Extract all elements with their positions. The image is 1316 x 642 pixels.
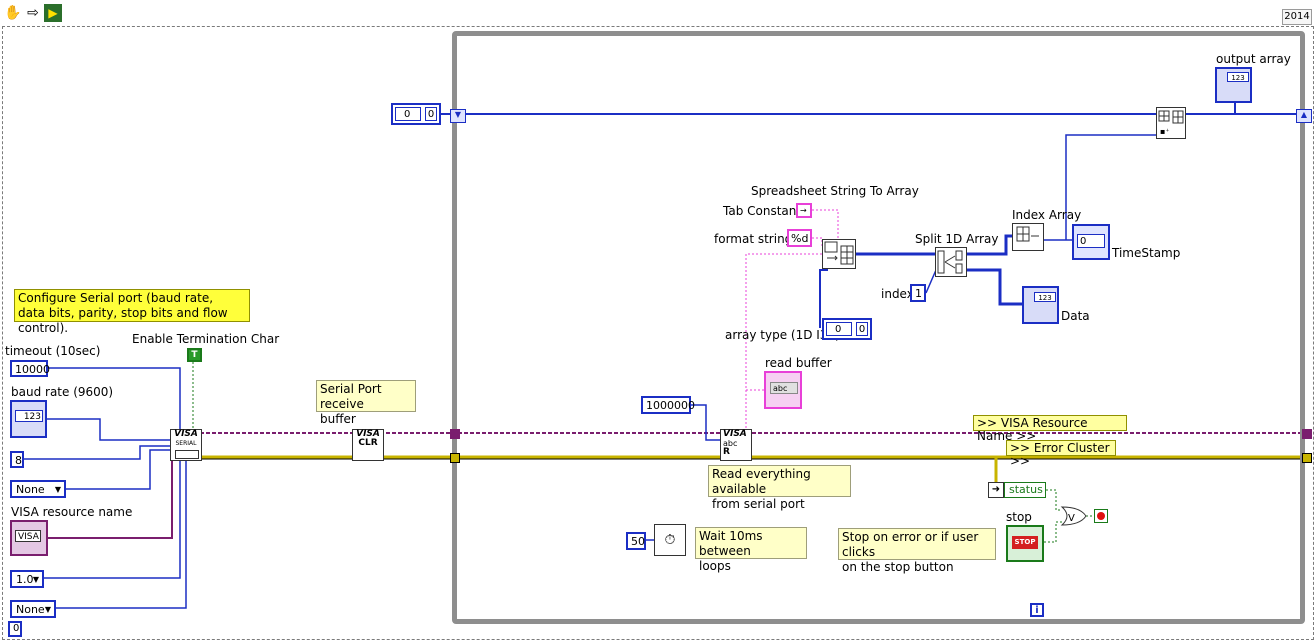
visa-tunnel-right [1302,429,1312,439]
index-array-icon [1016,226,1039,242]
wait-ms-constant[interactable]: 50 [626,532,646,550]
parity-ring[interactable]: None ▼ [10,480,66,498]
format-string-label: format string [714,232,793,246]
shift-register-left[interactable]: ▼ [450,109,466,123]
enable-term-label: Enable Termination Char [132,332,280,346]
index-array-node[interactable] [1012,223,1044,251]
timestamp-label: TimeStamp [1112,246,1181,260]
stop-button-face[interactable]: STOP [1012,536,1038,549]
svg-text:▪⁺: ▪⁺ [1160,127,1170,136]
parity-ring-value: None [16,483,45,496]
flow-control-ring[interactable]: None ▼ [10,600,56,618]
data-indicator: 123 [1022,286,1059,324]
stop-label: stop [1006,510,1032,524]
index-array-label: Index Array [1012,208,1082,222]
visa-read-title: VISA [723,429,747,439]
baud-rate-value[interactable]: 123 [15,410,43,422]
visa-tunnel-left [450,429,460,439]
configure-comment: Configure Serial port (baud rate, data b… [14,289,250,335]
data-array-element: 123 [1034,292,1056,302]
bytes-to-read-constant[interactable]: 1000000 [641,396,695,414]
split-1d-array-node[interactable] [935,247,967,277]
status-element[interactable]: status [1004,482,1046,498]
visa-clr-sub: CLR [358,438,378,448]
output-array-label: output array [1216,52,1291,66]
chevron-down-icon: ▼ [44,605,51,614]
split-array-icon [937,250,963,274]
timeout-constant[interactable]: 10000 [10,360,50,377]
unbundle-by-name-icon[interactable]: ➜ [988,482,1004,498]
array-element[interactable]: 0 [425,107,437,121]
array-type-element[interactable]: 0 [856,322,868,336]
array-index-display[interactable]: 0 [395,107,421,121]
bottom-numeric[interactable]: 0 [8,621,22,637]
tab-constant[interactable]: → [796,203,812,218]
stop-condition-icon [1097,512,1105,520]
read-buffer-text: abc [770,382,798,394]
output-array-element: 123 [1227,72,1249,82]
timestamp-indicator: 0 [1072,224,1110,260]
flow-control-value: None [16,603,45,616]
receive-buffer-comment: Serial Port receive buffer [316,380,416,426]
spreadsheet-icon [824,241,854,265]
error-tunnel-left [450,453,460,463]
timeout-label: timeout (10sec) [5,344,101,358]
visa-resource-value[interactable]: VISA [15,530,41,542]
visa-resource-wire-label: >> VISA Resource Name >> [973,415,1127,443]
visa-read-node[interactable]: VISA abc R [720,429,752,461]
shift-register-right[interactable]: ▲ [1296,109,1312,123]
chevron-down-icon: ▼ [32,575,39,584]
timestamp-value: 0 [1077,234,1105,248]
wait-ms-node[interactable]: ⏱ [654,524,686,556]
visa-resource-name-label: VISA resource name [11,505,133,519]
stop-bits-value: 1.0 [16,573,34,586]
stop-button-terminal[interactable]: STOP [1006,525,1044,562]
spreadsheet-label: Spreadsheet String To Array [751,184,919,198]
wait-comment: Wait 10ms between loops [695,527,807,573]
visa-configure-serial-node[interactable]: VISA SERIAL [170,429,202,461]
spreadsheet-string-to-array-node[interactable] [822,239,856,269]
error-cluster-wire-label: >> Error Cluster >> [1006,440,1116,468]
data-label: Data [1061,309,1090,323]
baud-rate-label: baud rate (9600) [11,385,114,399]
loop-condition-terminal[interactable] [1094,509,1108,523]
build-array-node[interactable]: ▪⁺ [1156,107,1186,139]
format-string-constant[interactable]: %d [787,229,812,247]
initial-array-constant[interactable]: 0 0 [391,103,441,125]
index-constant[interactable]: 1 [910,284,926,302]
tab-constant-label: Tab Constant [723,204,802,218]
visa-serial-title: VISA [174,429,198,439]
visa-serial-sub: SERIAL [175,440,197,447]
read-buffer-indicator: abc [764,371,802,409]
metronome-icon: ⏱ [664,532,676,548]
array-type-index[interactable]: 0 [826,322,852,336]
array-type-constant[interactable]: 0 0 [822,318,872,340]
chevron-down-icon: ▼ [54,485,61,494]
enable-term-constant[interactable]: T [187,348,202,362]
visa-flush-buffer-node[interactable]: VISA CLR [352,429,384,461]
loop-iteration-terminal: i [1030,603,1044,617]
baud-rate-control[interactable]: 123 [10,400,47,438]
build-array-icon: ▪⁺ [1158,110,1184,136]
read-buffer-label: read buffer [765,356,832,370]
index-label: index [881,287,914,301]
stop-on-error-comment: Stop on error or if user clicks on the s… [838,528,996,574]
split-array-label: Split 1D Array [915,232,999,246]
read-all-comment: Read everything available from serial po… [708,465,851,511]
error-tunnel-right [1302,453,1312,463]
data-bits-constant[interactable]: 8 [10,451,24,468]
stop-bits-ring[interactable]: 1.0 ▼ [10,570,44,588]
output-array-indicator: 123 [1215,67,1252,103]
visa-resource-control[interactable]: VISA [10,520,48,556]
serial-port-icon [175,450,199,459]
